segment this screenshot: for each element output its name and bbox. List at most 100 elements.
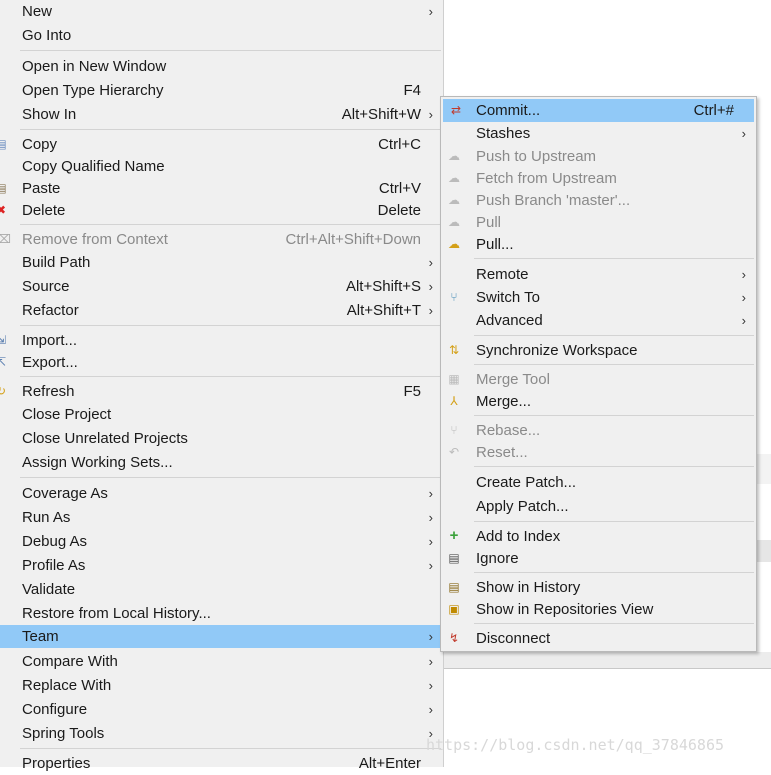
team-submenu: ⇄ Commit... Ctrl+# Stashes › ☁ Push to Upstr…: [440, 96, 757, 652]
menu-item-fetch-from-upstream[interactable]: ☁ Fetch from Upstream: [441, 167, 756, 190]
menu-item-validate[interactable]: Validate: [0, 578, 443, 601]
menu-item-stashes[interactable]: Stashes ›: [441, 122, 756, 145]
menu-item-pull-dialog[interactable]: ☁ Pull...: [441, 233, 756, 256]
background-panel-top: [757, 454, 771, 484]
menu-item-assign-working-sets[interactable]: Assign Working Sets...: [0, 451, 443, 474]
menu-item-remove-from-context[interactable]: ⌫ Remove from Context Ctrl+Alt+Shift+Down: [0, 228, 443, 251]
menu-item-export[interactable]: ⇱ Export...: [0, 351, 443, 374]
menu-item-close-project[interactable]: Close Project: [0, 403, 443, 426]
history-icon: ▤: [448, 580, 460, 594]
watermark: https://blog.csdn.net/qq_37846865: [426, 736, 725, 754]
menu-item-configure[interactable]: Configure ›: [0, 698, 443, 721]
submenu-arrow-icon: ›: [428, 107, 433, 122]
remove-context-icon: ⌫: [0, 232, 11, 246]
context-menu: New › Go Into Open in New Window Open Typ…: [0, 0, 444, 772]
menu-item-advanced[interactable]: Advanced ›: [441, 309, 756, 332]
submenu-arrow-icon: ›: [428, 558, 433, 573]
menu-item-switch-to[interactable]: ⑂ Switch To ›: [441, 286, 756, 309]
menu-separator: [474, 335, 754, 336]
menu-separator: [474, 258, 754, 259]
menu-item-restore-from-local-history[interactable]: Restore from Local History...: [0, 602, 443, 625]
menu-item-show-in-history[interactable]: ▤ Show in History: [441, 576, 756, 599]
menu-item-create-patch[interactable]: Create Patch...: [441, 471, 756, 494]
repositories-icon: ▣: [448, 602, 460, 616]
menu-separator: [474, 572, 754, 573]
merge-icon: ⅄: [450, 394, 458, 408]
menu-separator: [20, 325, 441, 326]
menu-item-properties[interactable]: Properties Alt+Enter: [0, 752, 443, 775]
menu-separator: [474, 623, 754, 624]
export-icon: ⇱: [0, 355, 7, 369]
menu-item-debug-as[interactable]: Debug As ›: [0, 530, 443, 553]
menu-item-open-type-hierarchy[interactable]: Open Type Hierarchy F4: [0, 79, 443, 102]
submenu-arrow-icon: ›: [428, 279, 433, 294]
menu-item-copy-qualified-name[interactable]: Copy Qualified Name: [0, 155, 443, 178]
menu-item-reset[interactable]: ↶ Reset...: [441, 441, 756, 464]
copy-icon: ▤: [0, 137, 7, 151]
menu-separator: [474, 364, 754, 365]
disconnect-icon: ↯: [448, 631, 460, 645]
menu-item-close-unrelated-projects[interactable]: Close Unrelated Projects: [0, 427, 443, 450]
reset-icon: ↶: [448, 445, 460, 459]
menu-item-refactor[interactable]: Refactor Alt+Shift+T ›: [0, 299, 443, 322]
menu-item-merge[interactable]: ⅄ Merge...: [441, 390, 756, 413]
menu-item-new[interactable]: New ›: [0, 0, 443, 23]
menu-item-replace-with[interactable]: Replace With ›: [0, 674, 443, 697]
menu-item-compare-with[interactable]: Compare With ›: [0, 650, 443, 673]
submenu-arrow-icon: ›: [428, 255, 433, 270]
import-icon: ⇲: [0, 333, 7, 347]
menu-item-refresh[interactable]: ↻ Refresh F5: [0, 380, 443, 403]
menu-item-coverage-as[interactable]: Coverage As ›: [0, 482, 443, 505]
menu-separator: [474, 521, 754, 522]
menu-item-merge-tool[interactable]: ▦ Merge Tool: [441, 368, 756, 391]
menu-item-push-branch[interactable]: ☁ Push Branch 'master'...: [441, 189, 756, 212]
menu-item-go-into[interactable]: Go Into: [0, 24, 443, 47]
submenu-arrow-icon: ›: [428, 303, 433, 318]
menu-item-synchronize-workspace[interactable]: ⇅ Synchronize Workspace: [441, 339, 756, 362]
menu-item-delete[interactable]: ✖ Delete Delete: [0, 199, 443, 222]
menu-item-copy[interactable]: ▤ Copy Ctrl+C: [0, 133, 443, 156]
menu-item-ignore[interactable]: ▤ Ignore: [441, 547, 756, 570]
submenu-arrow-icon: ›: [741, 267, 746, 282]
menu-item-remote[interactable]: Remote ›: [441, 263, 756, 286]
menu-item-apply-patch[interactable]: Apply Patch...: [441, 495, 756, 518]
submenu-arrow-icon: ›: [428, 510, 433, 525]
fetch-icon: ☁: [448, 171, 460, 185]
menu-item-show-in[interactable]: Show In Alt+Shift+W ›: [0, 103, 443, 126]
pull-icon: ☁: [448, 215, 460, 229]
menu-item-open-in-new-window[interactable]: Open in New Window: [0, 55, 443, 78]
add-icon: +: [449, 527, 459, 544]
paste-icon: ▤: [0, 181, 7, 195]
menu-item-import[interactable]: ⇲ Import...: [0, 329, 443, 352]
menu-item-build-path[interactable]: Build Path ›: [0, 251, 443, 274]
submenu-arrow-icon: ›: [741, 313, 746, 328]
submenu-arrow-icon: ›: [428, 702, 433, 717]
menu-item-rebase[interactable]: ⑂ Rebase...: [441, 419, 756, 442]
menu-item-commit[interactable]: ⇄ Commit... Ctrl+#: [443, 99, 754, 122]
submenu-arrow-icon: ›: [428, 486, 433, 501]
menu-item-profile-as[interactable]: Profile As ›: [0, 554, 443, 577]
submenu-arrow-icon: ›: [428, 678, 433, 693]
pull-dialog-icon: ☁: [448, 237, 460, 251]
menu-item-push-to-upstream[interactable]: ☁ Push to Upstream: [441, 145, 756, 168]
menu-item-source[interactable]: Source Alt+Shift+S ›: [0, 275, 443, 298]
menu-item-paste[interactable]: ▤ Paste Ctrl+V: [0, 177, 443, 200]
submenu-arrow-icon: ›: [428, 4, 433, 19]
menu-separator: [20, 50, 441, 51]
push-icon: ☁: [448, 149, 460, 163]
menu-item-show-in-repositories-view[interactable]: ▣ Show in Repositories View: [441, 598, 756, 621]
background-panel-mid: [757, 540, 771, 562]
rebase-icon: ⑂: [450, 423, 458, 437]
menu-item-spring-tools[interactable]: Spring Tools ›: [0, 722, 443, 745]
menu-item-team[interactable]: Team ›: [0, 625, 443, 648]
menu-item-add-to-index[interactable]: + Add to Index: [441, 525, 756, 548]
menu-separator: [474, 415, 754, 416]
refresh-icon: ↻: [0, 384, 7, 398]
menu-separator: [20, 224, 441, 225]
background-divider: [444, 668, 771, 669]
menu-separator: [20, 477, 441, 478]
submenu-arrow-icon: ›: [428, 654, 433, 669]
menu-item-run-as[interactable]: Run As ›: [0, 506, 443, 529]
menu-item-disconnect[interactable]: ↯ Disconnect: [441, 627, 756, 650]
menu-item-pull[interactable]: ☁ Pull: [441, 211, 756, 234]
